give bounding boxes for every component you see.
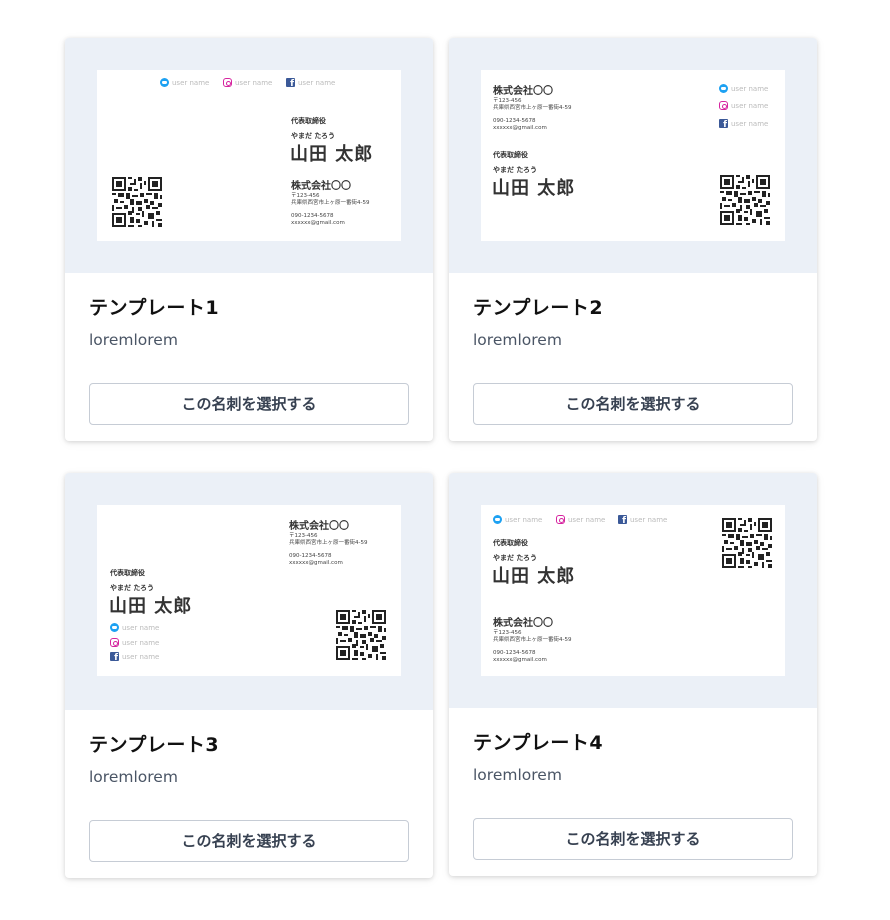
social-label: user name bbox=[731, 101, 769, 110]
social-label: user name bbox=[731, 119, 769, 128]
card-body: テンプレート2 loremlorem この名刺を選択する bbox=[449, 273, 817, 441]
select-card-button[interactable]: この名刺を選択する bbox=[89, 820, 409, 862]
social-label: user name bbox=[172, 78, 210, 87]
address: 兵庫県西宮市上ヶ原一番街4-59 bbox=[493, 637, 572, 643]
template-card-1: user name user name user name 代表取締役 やまだ … bbox=[65, 38, 433, 441]
social-facebook: user name bbox=[719, 119, 769, 130]
person-name: 山田 太郎 bbox=[290, 144, 374, 165]
social-instagram: user name bbox=[223, 78, 272, 87]
email: xxxxxx@gmail.com bbox=[289, 560, 343, 566]
company-name: 株式会社〇〇 bbox=[493, 618, 553, 629]
twitter-icon bbox=[160, 78, 169, 87]
email: xxxxxx@gmail.com bbox=[291, 220, 345, 226]
select-card-button[interactable]: この名刺を選択する bbox=[473, 818, 793, 860]
social-instagram: user name bbox=[556, 515, 605, 524]
social-label: user name bbox=[568, 515, 606, 524]
company-name: 株式会社〇〇 bbox=[493, 86, 553, 97]
social-label: user name bbox=[630, 515, 668, 524]
instagram-icon bbox=[719, 101, 728, 110]
card-preview-area: user name user name user name 代表取締役 やまだ … bbox=[449, 473, 817, 708]
card-description: loremlorem bbox=[473, 331, 562, 349]
card-title: テンプレート1 bbox=[89, 297, 220, 319]
card-body: テンプレート1 loremlorem この名刺を選択する bbox=[65, 273, 433, 441]
qr-code-icon bbox=[112, 177, 162, 227]
social-twitter: user name bbox=[110, 623, 159, 632]
facebook-icon bbox=[719, 119, 728, 130]
twitter-icon bbox=[493, 515, 502, 524]
card-description: loremlorem bbox=[89, 331, 178, 349]
twitter-icon bbox=[719, 84, 728, 93]
template-card-2: 株式会社〇〇 〒123-456 兵庫県西宮市上ヶ原一番街4-59 090-123… bbox=[449, 38, 817, 441]
social-twitter: user name bbox=[493, 515, 542, 524]
social-twitter: user name bbox=[160, 78, 209, 87]
social-facebook: user name bbox=[110, 652, 160, 663]
social-label: user name bbox=[505, 515, 543, 524]
social-instagram: user name bbox=[719, 101, 768, 110]
card-preview-area: 株式会社〇〇 〒123-456 兵庫県西宮市上ヶ原一番街4-59 090-123… bbox=[449, 38, 817, 273]
template-card-4: user name user name user name 代表取締役 やまだ … bbox=[449, 473, 817, 876]
card-description: loremlorem bbox=[89, 768, 178, 786]
email: xxxxxx@gmail.com bbox=[493, 657, 547, 663]
select-card-button[interactable]: この名刺を選択する bbox=[473, 383, 793, 425]
person-name: 山田 太郎 bbox=[492, 178, 576, 199]
social-facebook: user name bbox=[618, 515, 668, 526]
facebook-icon bbox=[618, 515, 627, 526]
social-label: user name bbox=[298, 78, 336, 87]
email: xxxxxx@gmail.com bbox=[493, 125, 547, 131]
address: 兵庫県西宮市上ヶ原一番街4-59 bbox=[291, 200, 370, 206]
twitter-icon bbox=[110, 623, 119, 632]
person-name: 山田 太郎 bbox=[109, 596, 193, 617]
address: 兵庫県西宮市上ヶ原一番街4-59 bbox=[289, 540, 368, 546]
instagram-icon bbox=[110, 638, 119, 647]
qr-code-icon bbox=[720, 175, 770, 225]
card-title: テンプレート2 bbox=[473, 297, 604, 319]
business-card-preview: 株式会社〇〇 〒123-456 兵庫県西宮市上ヶ原一番街4-59 090-123… bbox=[97, 505, 401, 676]
card-description: loremlorem bbox=[473, 766, 562, 784]
social-instagram: user name bbox=[110, 638, 159, 647]
social-label: user name bbox=[122, 638, 160, 647]
role-text: 代表取締役 bbox=[110, 569, 145, 577]
card-body: テンプレート4 loremlorem この名刺を選択する bbox=[449, 708, 817, 876]
select-card-button[interactable]: この名刺を選択する bbox=[89, 383, 409, 425]
social-label: user name bbox=[122, 623, 160, 632]
role-text: 代表取締役 bbox=[291, 117, 326, 125]
qr-code-icon bbox=[722, 518, 772, 568]
card-title: テンプレート4 bbox=[473, 732, 604, 754]
company-name: 株式会社〇〇 bbox=[291, 181, 351, 192]
instagram-icon bbox=[223, 78, 232, 87]
qr-code-icon bbox=[336, 610, 386, 660]
template-card-3: 株式会社〇〇 〒123-456 兵庫県西宮市上ヶ原一番街4-59 090-123… bbox=[65, 473, 433, 878]
business-card-preview: 株式会社〇〇 〒123-456 兵庫県西宮市上ヶ原一番街4-59 090-123… bbox=[481, 70, 785, 241]
card-body: テンプレート3 loremlorem この名刺を選択する bbox=[65, 710, 433, 878]
card-preview-area: user name user name user name 代表取締役 やまだ … bbox=[65, 38, 433, 273]
social-label: user name bbox=[731, 84, 769, 93]
person-name: 山田 太郎 bbox=[492, 566, 576, 587]
card-title: テンプレート3 bbox=[89, 734, 220, 756]
social-twitter: user name bbox=[719, 84, 768, 93]
business-card-preview: user name user name user name 代表取締役 やまだ … bbox=[97, 70, 401, 241]
card-preview-area: 株式会社〇〇 〒123-456 兵庫県西宮市上ヶ原一番街4-59 090-123… bbox=[65, 473, 433, 710]
business-card-preview: user name user name user name 代表取締役 やまだ … bbox=[481, 505, 785, 676]
facebook-icon bbox=[286, 78, 295, 89]
social-label: user name bbox=[235, 78, 273, 87]
instagram-icon bbox=[556, 515, 565, 524]
facebook-icon bbox=[110, 652, 119, 663]
role-text: 代表取締役 bbox=[493, 539, 528, 547]
company-name: 株式会社〇〇 bbox=[289, 521, 349, 532]
role-text: 代表取締役 bbox=[493, 151, 528, 159]
social-label: user name bbox=[122, 652, 160, 661]
social-facebook: user name bbox=[286, 78, 336, 89]
address: 兵庫県西宮市上ヶ原一番街4-59 bbox=[493, 105, 572, 111]
